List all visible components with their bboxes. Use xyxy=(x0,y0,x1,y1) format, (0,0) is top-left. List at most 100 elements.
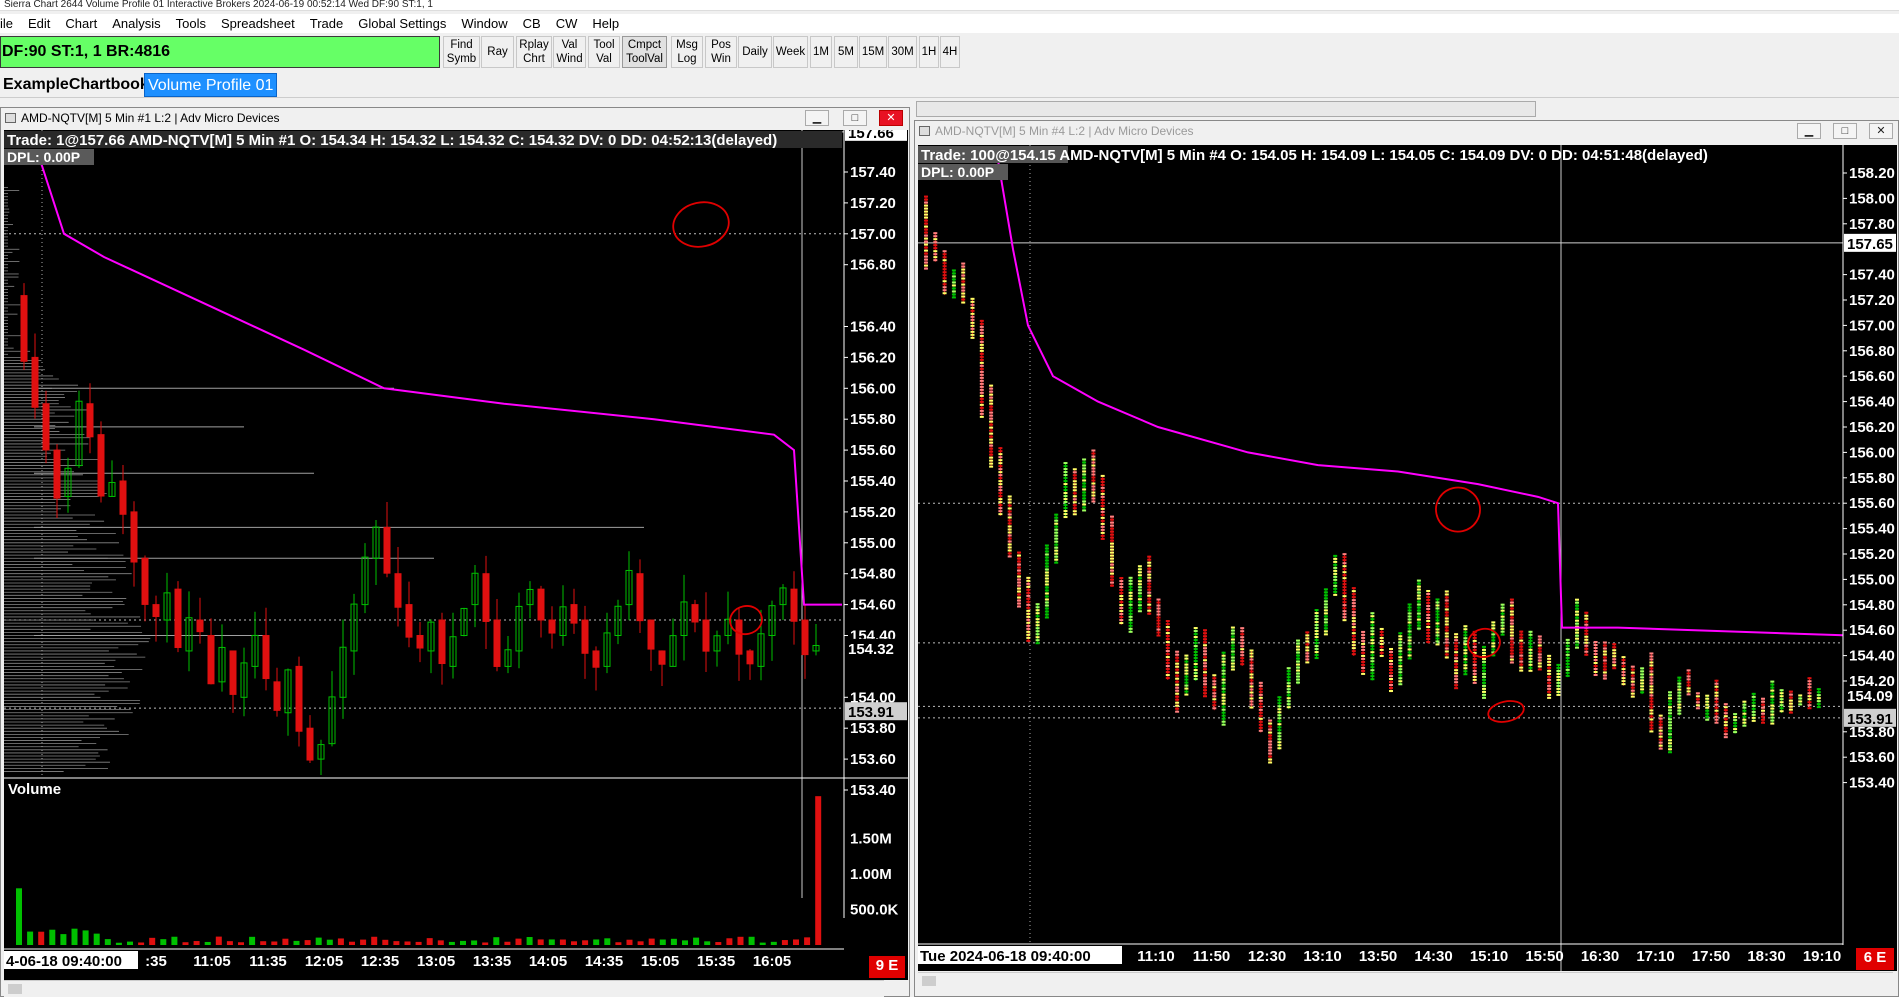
error-badge-right[interactable]: 6 E xyxy=(1856,948,1894,970)
menu-global-settings[interactable]: Global Settings xyxy=(351,14,454,33)
chart-canvas-right[interactable]: 158.20158.00157.80157.40157.20157.00156.… xyxy=(918,145,1897,971)
footprint-cell xyxy=(1221,684,1226,687)
menu-help[interactable]: Help xyxy=(585,14,627,33)
daily-button[interactable]: Daily xyxy=(738,36,772,68)
5m-button[interactable]: 5M xyxy=(834,36,858,68)
15m-button[interactable]: 15M xyxy=(859,36,887,68)
footprint-cell xyxy=(1444,623,1449,626)
candle-body xyxy=(570,604,578,624)
footprint-cell xyxy=(1593,674,1598,677)
volume-bar xyxy=(493,937,500,945)
footprint-cell xyxy=(1230,665,1235,668)
menu-file[interactable]: ile xyxy=(0,14,21,33)
menu-cb[interactable]: CB xyxy=(516,14,549,33)
footprint-cell xyxy=(1361,666,1366,669)
4h-button[interactable]: 4H xyxy=(940,36,960,68)
footprint-cell xyxy=(1351,641,1356,644)
chart-area-right[interactable]: 158.20 158.00 157.80 157.40 157.20 157.00 156.… xyxy=(918,145,1897,971)
compact-tool-value-button[interactable]: Cmpct ToolVal xyxy=(622,36,667,68)
position-window-button[interactable]: Pos Win xyxy=(705,36,737,68)
find-symbol-button[interactable]: Find Symb xyxy=(443,36,480,68)
chart-window-left-title[interactable]: AMD-NQTV[M] 5 Min #1 L:2 | Adv Micro Dev… xyxy=(1,108,909,128)
footprint-cell xyxy=(1212,686,1217,689)
footprint-cell xyxy=(1063,516,1068,519)
background-chart-window[interactable] xyxy=(916,101,1536,117)
footprint-cell xyxy=(1258,699,1263,702)
footprint-cell xyxy=(1472,675,1477,678)
menu-edit[interactable]: Edit xyxy=(21,14,58,33)
footprint-cell xyxy=(1482,687,1486,690)
footprint-cell xyxy=(1091,455,1096,458)
menu-spreadsheet[interactable]: Spreadsheet xyxy=(214,14,303,33)
menu-window[interactable]: Window xyxy=(454,14,515,33)
footprint-cell xyxy=(1035,612,1040,615)
chart-window-right[interactable]: AMD-NQTV[M] 5 Min #4 L:2 | Adv Micro Dev… xyxy=(914,120,1899,997)
footprint-cell xyxy=(989,387,994,390)
chart-window-left[interactable]: AMD-NQTV[M] 5 Min #1 L:2 | Adv Micro Dev… xyxy=(0,107,910,997)
tool-value-button[interactable]: Tool Val xyxy=(588,36,620,68)
footprint-cell xyxy=(1044,595,1049,598)
footprint-cell xyxy=(1472,669,1477,672)
footprint-cell xyxy=(1556,678,1561,681)
chart-canvas-left[interactable]: 157.40157.20157.00156.80156.40156.20156.… xyxy=(4,130,908,980)
error-badge-left[interactable]: 9 E xyxy=(869,956,905,978)
footprint-cell xyxy=(1491,642,1496,645)
menu-analysis[interactable]: Analysis xyxy=(105,14,168,33)
value-window-button[interactable]: Val Wind xyxy=(553,36,586,68)
footprint-cell xyxy=(1110,557,1114,560)
30m-button[interactable]: 30M xyxy=(888,36,917,68)
candle-body xyxy=(647,619,655,650)
footprint-cell xyxy=(1268,725,1273,728)
footprint-cell xyxy=(1500,627,1505,630)
menu-chart[interactable]: Chart xyxy=(58,14,105,33)
volume-bar xyxy=(670,938,677,945)
close-button[interactable]: ✕ xyxy=(1869,123,1893,139)
tab-volume-profile-01[interactable]: Volume Profile 01 xyxy=(144,73,278,97)
footprint-cell xyxy=(1221,681,1226,684)
footprint-cell xyxy=(1147,594,1152,597)
volume-bar xyxy=(149,937,156,945)
footprint-cell xyxy=(1268,761,1273,764)
footprint-cell xyxy=(1110,563,1114,566)
footprint-cell xyxy=(1007,546,1012,549)
1h-button[interactable]: 1H xyxy=(919,36,939,68)
chart-area-left[interactable]: 157.40 157.20 157.00 156.80 156.40 156.20 156.… xyxy=(4,130,908,980)
footprint-cell xyxy=(1761,700,1765,703)
footprint-cell xyxy=(1770,683,1775,686)
volume-bar xyxy=(471,940,478,945)
footprint-cell xyxy=(1137,589,1142,592)
week-button[interactable]: Week xyxy=(773,36,808,68)
menu-trade[interactable]: Trade xyxy=(303,14,351,33)
maximize-button[interactable]: □ xyxy=(1833,123,1857,139)
footprint-cell xyxy=(1221,711,1226,714)
chart-window-right-title[interactable]: AMD-NQTV[M] 5 Min #4 L:2 | Adv Micro Dev… xyxy=(915,121,1898,141)
maximize-button[interactable]: □ xyxy=(843,110,867,126)
1m-button[interactable]: 1M xyxy=(810,36,832,68)
minimize-button[interactable]: ▁ xyxy=(805,110,829,126)
menu-cw[interactable]: CW xyxy=(549,14,586,33)
menu-tools[interactable]: Tools xyxy=(169,14,214,33)
scroll-thumb[interactable] xyxy=(8,984,22,994)
footprint-cell xyxy=(1593,662,1598,665)
scroll-thumb[interactable] xyxy=(922,976,936,986)
footprint-cell xyxy=(979,388,984,391)
message-log-button[interactable]: Msg Log xyxy=(671,36,703,68)
tab-example-chartbook[interactable]: ExampleChartbook xyxy=(0,73,152,97)
replay-chart-button[interactable]: Rplay Chrt xyxy=(516,36,552,68)
ray-button[interactable]: Ray xyxy=(481,36,514,68)
footprint-cell xyxy=(1751,713,1756,716)
horizontal-scrollbar-right[interactable] xyxy=(918,972,1893,989)
footprint-cell xyxy=(1519,654,1524,657)
footprint-cell xyxy=(979,337,984,340)
volume-bar xyxy=(559,939,566,945)
footprint-cell xyxy=(1342,568,1347,571)
footprint-cell xyxy=(1110,554,1114,557)
close-button[interactable]: ✕ xyxy=(879,110,903,126)
footprint-cell xyxy=(1258,702,1263,705)
footprint-cell xyxy=(1305,661,1310,664)
footprint-cell xyxy=(1528,642,1533,645)
horizontal-scrollbar-left[interactable] xyxy=(4,980,884,997)
footprint-cell xyxy=(1779,710,1784,713)
minimize-button[interactable]: ▁ xyxy=(1797,123,1821,139)
footprint-cell xyxy=(924,246,928,249)
